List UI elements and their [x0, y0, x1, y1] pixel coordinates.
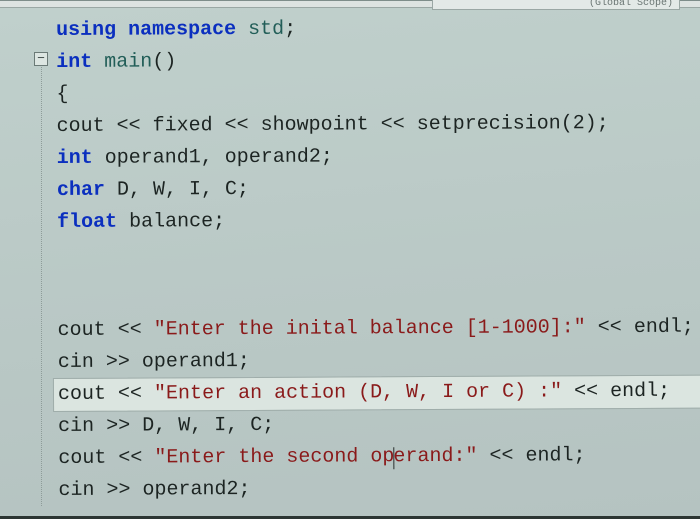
- operator: <<: [225, 114, 249, 137]
- code-line[interactable]: cin >> operand2;: [58, 472, 698, 507]
- code-line[interactable]: cout << fixed << showpoint << setprecisi…: [57, 108, 697, 143]
- operator: >>: [106, 479, 130, 502]
- keyword: int: [57, 147, 93, 170]
- blank-line[interactable]: [57, 268, 697, 303]
- operator: <<: [118, 383, 142, 406]
- code-area[interactable]: using namespace std; int main() { cout <…: [56, 12, 699, 507]
- scope-label: (Global Scope): [589, 0, 673, 9]
- code-line[interactable]: cin >> D, W, I, C;: [58, 408, 698, 443]
- scope-dropdown[interactable]: (Global Scope): [432, 0, 680, 10]
- operator: >>: [106, 351, 130, 374]
- code-line[interactable]: {: [56, 76, 696, 111]
- operator: <<: [574, 380, 598, 403]
- keyword: char: [57, 179, 105, 202]
- identifier: std: [248, 18, 284, 41]
- brace-open: {: [56, 83, 68, 106]
- code-line[interactable]: cout << "Enter the inital balance [1-100…: [58, 312, 698, 347]
- editor-pane[interactable]: (Global Scope) − using namespace std; in…: [0, 0, 700, 519]
- string-literal: "Enter the inital balance [1-1000]:": [154, 316, 586, 341]
- keyword: int: [56, 51, 92, 74]
- code-line[interactable]: int operand1, operand2;: [57, 140, 697, 175]
- fold-guide: [41, 67, 42, 506]
- code-line[interactable]: int main(): [56, 44, 696, 79]
- code-line[interactable]: float balance;: [57, 204, 697, 239]
- operator: <<: [489, 445, 513, 468]
- blank-line[interactable]: [57, 236, 697, 271]
- operator: >>: [106, 415, 130, 438]
- code-line-highlighted[interactable]: cout << "Enter an action (D, W, I or C) …: [54, 376, 700, 411]
- operator: <<: [381, 113, 405, 136]
- code-line[interactable]: char D, W, I, C;: [57, 172, 697, 207]
- function-name: main: [104, 50, 152, 73]
- operator: <<: [117, 115, 141, 138]
- code-line[interactable]: cin >> operand1;: [58, 344, 698, 379]
- keyword: using: [56, 19, 116, 42]
- string-literal: "Enter an action (D, W, I or C) :": [154, 380, 562, 405]
- operator: <<: [118, 447, 142, 470]
- code-line[interactable]: cout << "Enter the second operand:" << e…: [58, 440, 698, 475]
- keyword: namespace: [128, 18, 236, 42]
- code-line[interactable]: using namespace std;: [56, 12, 696, 47]
- keyword: float: [57, 211, 117, 234]
- fold-toggle[interactable]: −: [34, 52, 48, 66]
- number-literal: 2: [573, 112, 585, 135]
- string-literal: "Enter the second op: [154, 445, 394, 469]
- operator: <<: [598, 316, 622, 339]
- operator: <<: [118, 319, 142, 342]
